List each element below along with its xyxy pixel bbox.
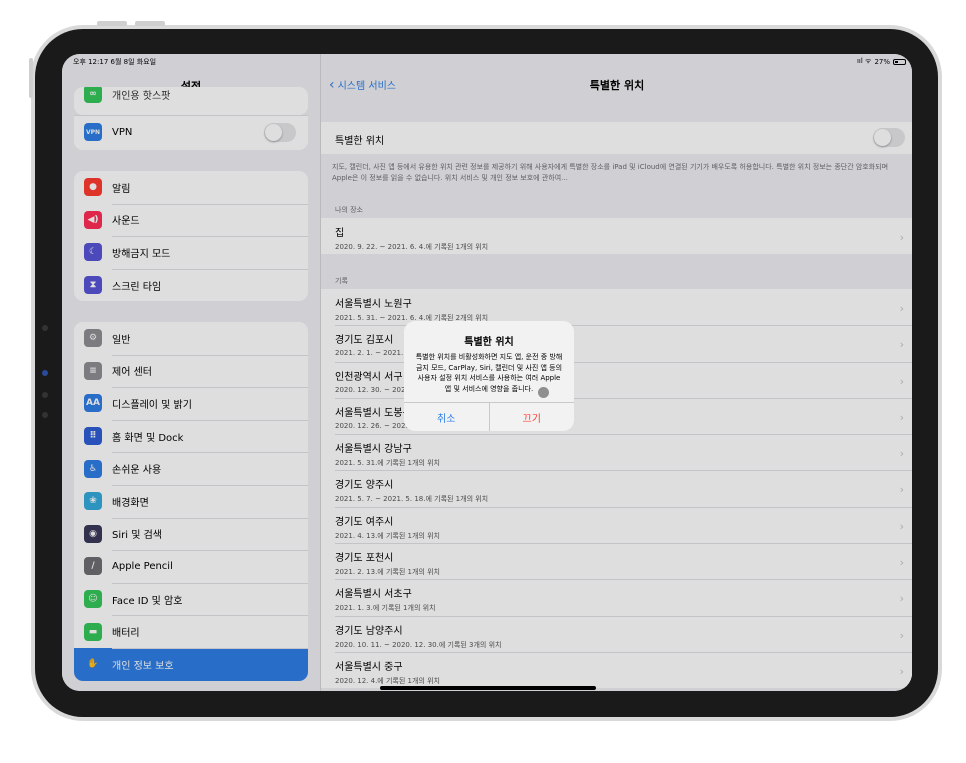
alert-buttons: 취소 끄기 <box>404 402 574 431</box>
screen: 설정 ∞ 개인용 핫스팟 VPN VPN ●알림◀)사운드☾방해금지 모드⧗스크… <box>62 54 912 691</box>
top-button <box>29 58 33 98</box>
camera-sensor <box>42 412 48 418</box>
touch-indicator <box>538 387 549 398</box>
front-camera <box>42 370 48 376</box>
volume-up-button <box>97 21 127 26</box>
alert-title: 특별한 위치 <box>464 337 514 348</box>
alert-dialog: 특별한 위치 특별한 위치를 비활성화하면 지도 앱, 운전 중 방해금지 모드… <box>404 321 574 431</box>
camera-sensor <box>42 392 48 398</box>
home-indicator[interactable] <box>380 686 596 690</box>
cancel-button[interactable]: 취소 <box>404 403 489 431</box>
volume-down-button <box>135 21 165 26</box>
camera-sensor <box>42 325 48 331</box>
turn-off-button[interactable]: 끄기 <box>488 403 575 431</box>
